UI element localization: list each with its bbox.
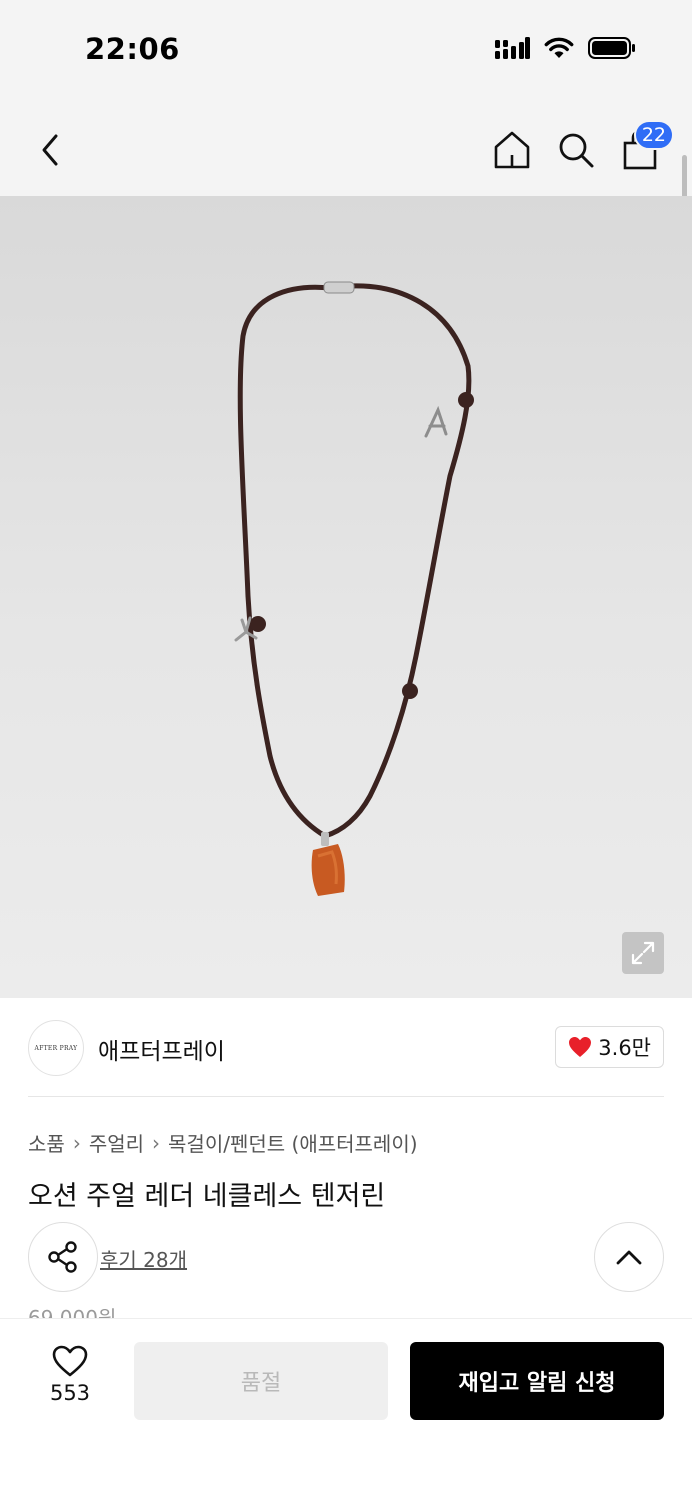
original-price: 69,000원 bbox=[28, 1306, 117, 1318]
search-icon bbox=[559, 133, 594, 168]
wishlist-count: 553 bbox=[49, 1381, 91, 1405]
share-button[interactable] bbox=[28, 1222, 98, 1292]
divider bbox=[28, 1096, 664, 1097]
brand-name[interactable]: 애프터프레이 bbox=[98, 1032, 225, 1066]
bottom-action-bar: 553 품절 재입고 알림 신청 bbox=[0, 1318, 692, 1500]
chevron-up-icon bbox=[616, 1250, 642, 1265]
status-time: 22:06 bbox=[85, 32, 180, 66]
brand-like-count: 3.6만 bbox=[598, 1036, 651, 1060]
chevron-right-icon: › bbox=[152, 1130, 161, 1155]
heart-filled-icon bbox=[569, 1037, 592, 1057]
necklace-image bbox=[234, 281, 474, 896]
scroll-top-button[interactable] bbox=[594, 1222, 664, 1292]
review-link[interactable]: 후기 28개 bbox=[100, 1244, 187, 1273]
wishlist-button[interactable]: 553 bbox=[40, 1345, 100, 1405]
chevron-right-icon: › bbox=[72, 1130, 81, 1155]
cart-count-badge: 22 bbox=[633, 120, 674, 150]
restock-alert-button[interactable]: 재입고 알림 신청 bbox=[410, 1342, 664, 1420]
expand-icon bbox=[631, 941, 655, 965]
breadcrumb-item[interactable]: 목걸이/펜던트 (애프터프레이) bbox=[168, 1128, 418, 1157]
status-icons bbox=[494, 36, 636, 60]
share-icon bbox=[48, 1241, 77, 1273]
soldout-button[interactable]: 품절 bbox=[134, 1342, 388, 1420]
search-button[interactable] bbox=[554, 128, 598, 172]
cart-button[interactable]: 22 bbox=[620, 120, 674, 170]
brand-row[interactable]: AFTER PRAY 애프터프레이 3.6만 bbox=[28, 1020, 664, 1076]
signal-icon bbox=[495, 37, 530, 59]
heart-outline-icon bbox=[52, 1345, 88, 1377]
back-button[interactable] bbox=[30, 128, 70, 172]
product-image[interactable] bbox=[0, 196, 692, 998]
home-button[interactable] bbox=[490, 128, 534, 172]
product-title: 오션 주얼 레더 네클레스 텐저린 bbox=[28, 1181, 386, 1212]
breadcrumb-item[interactable]: 소품 bbox=[28, 1128, 65, 1157]
back-arrow-icon bbox=[42, 134, 58, 166]
home-icon bbox=[494, 131, 530, 169]
brand-like-button[interactable]: 3.6만 bbox=[555, 1026, 664, 1068]
breadcrumb-item[interactable]: 주얼리 bbox=[89, 1128, 144, 1157]
wifi-icon bbox=[544, 37, 574, 58]
expand-image-button[interactable] bbox=[622, 932, 664, 974]
battery-icon bbox=[588, 37, 635, 59]
nav-bar: 22 bbox=[0, 100, 692, 196]
breadcrumb: 소품 › 주얼리 › 목걸이/펜던트 (애프터프레이) bbox=[28, 1128, 418, 1157]
brand-logo[interactable]: AFTER PRAY bbox=[28, 1020, 84, 1076]
status-bar: 22:06 bbox=[0, 0, 692, 100]
